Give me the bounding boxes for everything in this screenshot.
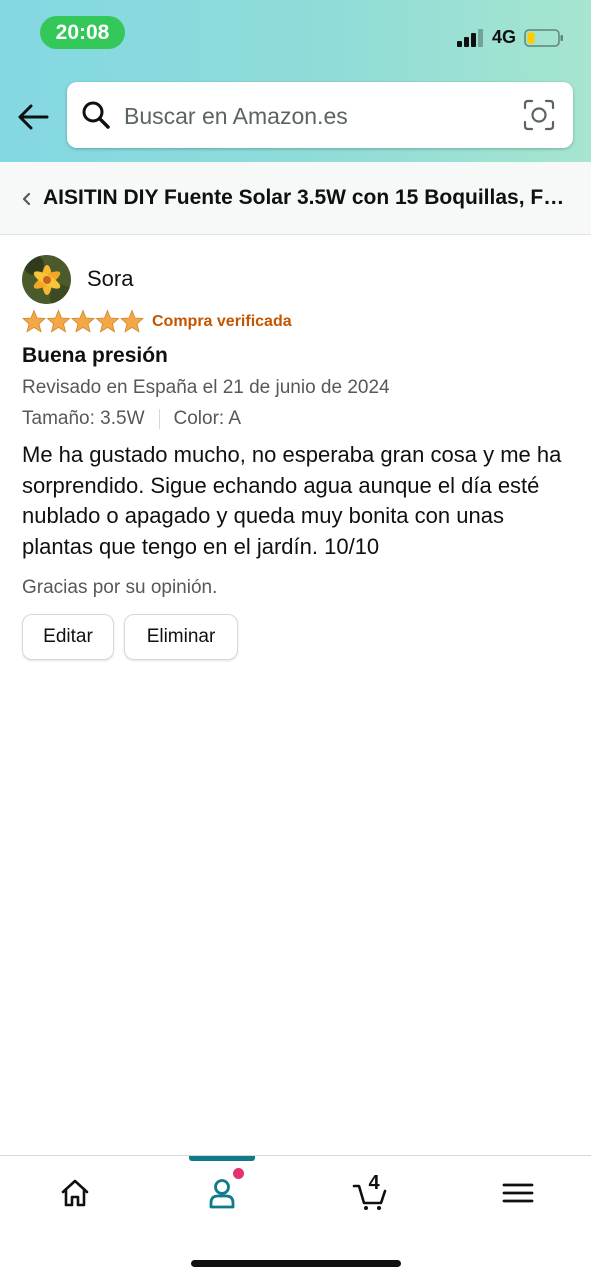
avatar bbox=[22, 255, 71, 304]
active-tab-indicator bbox=[189, 1156, 255, 1161]
status-time: 20:08 bbox=[40, 16, 125, 49]
product-title[interactable]: AISITIN DIY Fuente Solar 3.5W con 15 Boq… bbox=[43, 186, 573, 210]
variant-size: Tamaño: 3.5W bbox=[22, 408, 145, 429]
cart-count-badge: 4 bbox=[368, 1172, 380, 1194]
account-icon bbox=[209, 1179, 235, 1209]
chevron-left-icon bbox=[22, 192, 31, 206]
star-rating bbox=[22, 310, 144, 333]
delete-button[interactable]: Eliminar bbox=[124, 614, 238, 660]
status-bar: 20:08 4G bbox=[0, 0, 591, 64]
verified-purchase-label: Compra verificada bbox=[152, 313, 292, 330]
menu-icon bbox=[502, 1183, 534, 1203]
home-indicator bbox=[191, 1260, 401, 1267]
network-type: 4G bbox=[492, 27, 517, 47]
variant-divider bbox=[158, 409, 160, 429]
variant-color: Color: A bbox=[173, 408, 242, 429]
search-icon bbox=[82, 101, 110, 129]
nav-home[interactable] bbox=[0, 1156, 148, 1236]
search-placeholder: Buscar en Amazon.es bbox=[124, 103, 348, 129]
reviewer-name: Sora bbox=[87, 266, 134, 291]
product-variant: Tamaño: 3.5W Color: A bbox=[22, 408, 241, 430]
home-icon bbox=[61, 1179, 89, 1207]
camera-search-icon[interactable] bbox=[523, 99, 555, 131]
star-icons bbox=[22, 310, 144, 333]
nav-cart[interactable]: 4 bbox=[296, 1156, 444, 1236]
signal-icon bbox=[457, 29, 483, 47]
top-header: 20:08 4G Buscar en Amazon.es bbox=[0, 0, 591, 162]
review-date: Revisado en España el 21 de junio de 202… bbox=[22, 377, 390, 398]
review-body: Me ha gustado mucho, no esperaba gran co… bbox=[22, 442, 562, 559]
battery-icon bbox=[524, 29, 563, 47]
breadcrumb[interactable]: AISITIN DIY Fuente Solar 3.5W con 15 Boq… bbox=[0, 162, 591, 235]
nav-account[interactable] bbox=[148, 1156, 296, 1236]
thanks-message: Gracias por su opinión. bbox=[22, 577, 218, 598]
search-input[interactable]: Buscar en Amazon.es bbox=[67, 82, 573, 148]
notification-dot bbox=[233, 1168, 244, 1179]
nav-menu[interactable] bbox=[443, 1156, 591, 1236]
edit-button[interactable]: Editar bbox=[22, 614, 114, 660]
review-title: Buena presión bbox=[22, 344, 168, 367]
back-arrow-icon[interactable] bbox=[16, 100, 50, 134]
